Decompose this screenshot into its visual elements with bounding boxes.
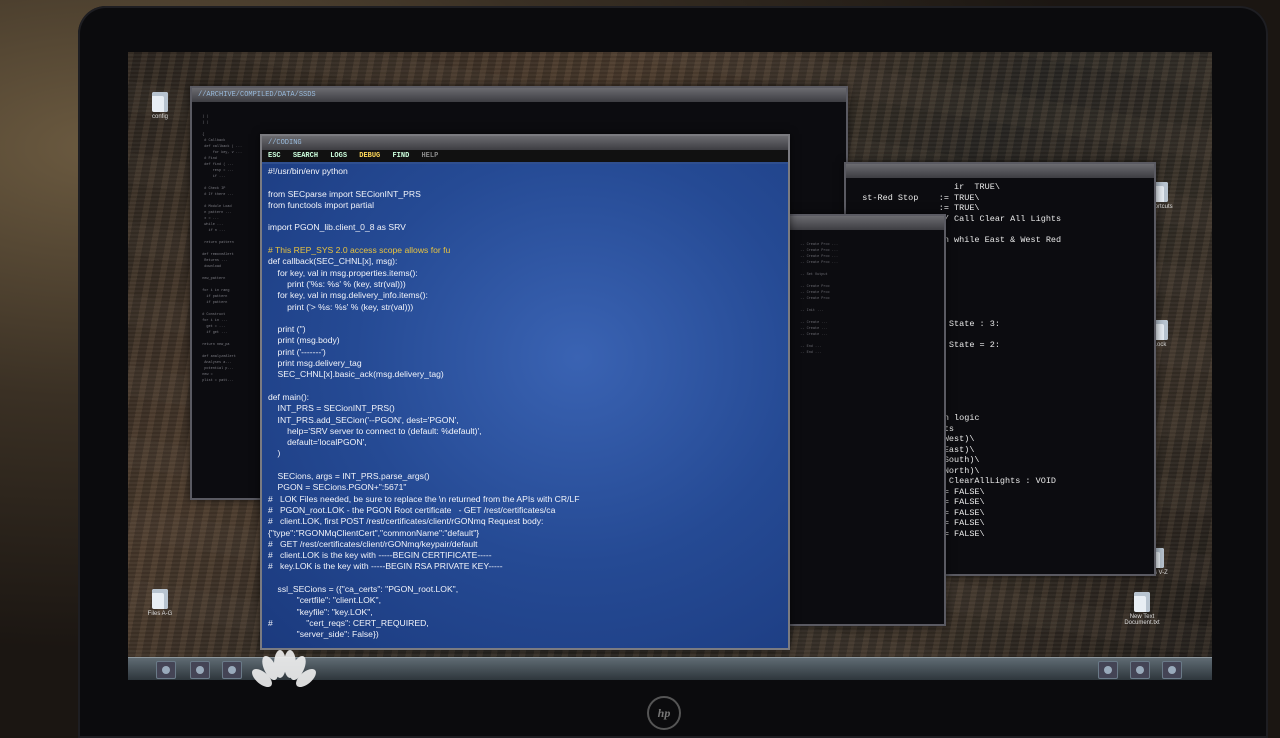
- app-icon: [196, 666, 204, 674]
- code-line: for key, val in msg.properties.items():: [268, 267, 418, 278]
- window-title: [788, 216, 944, 230]
- code-line: # client.LOK is the key with -----BEGIN …: [268, 550, 492, 561]
- tray-icon: [1136, 666, 1144, 674]
- desktop-icon-label: config: [151, 114, 168, 120]
- hp-logo: hp: [647, 696, 681, 730]
- code-line: default='localPGON',: [268, 437, 367, 448]
- menu-logs[interactable]: LOGS: [330, 152, 347, 160]
- terminal-line: ir TRUE\: [852, 182, 1000, 192]
- code-line: print (msg.body): [268, 335, 340, 346]
- code-line: # PGON_root.LOK - the PGON Root certific…: [268, 504, 556, 515]
- menu-search[interactable]: SEARCH: [293, 152, 318, 160]
- code-line: def callback(SEC_CHNL[x], msg):: [268, 256, 398, 267]
- code-line: print msg.delivery_tag: [268, 358, 362, 369]
- menu-esc[interactable]: ESC: [268, 152, 281, 160]
- code-line: INT_PRS.add_SECion('--PGON', dest='PGON'…: [268, 414, 459, 425]
- menu-find[interactable]: FIND: [392, 152, 409, 160]
- code-line: # GET /rest/certificates/client/rGONmq/k…: [268, 538, 478, 549]
- terminal-line: st-Red Stop := TRUE\: [852, 192, 980, 203]
- tray-icon: [1104, 666, 1112, 674]
- code-line: from functools import partial: [268, 199, 375, 210]
- desktop-icon-files-a-g[interactable]: Files A-G: [136, 589, 184, 617]
- code-line: print ('-------'): [268, 346, 326, 357]
- code-line: "server_side": False}): [268, 629, 379, 640]
- code-line: # LOK Files needed, be sure to replace t…: [268, 493, 580, 504]
- code-line: import PGON_lib.client_0_8 as SRV: [268, 222, 406, 233]
- coding-window[interactable]: //CODING ESC SEARCH LOGS DEBUG FIND HELP…: [260, 134, 790, 650]
- menu-help[interactable]: HELP: [421, 152, 438, 160]
- code-line: # "cert_reqs": CERT_REQUIRED,: [268, 617, 429, 628]
- code-line: SECions, args = INT_PRS.parse_args(): [268, 471, 430, 482]
- taskbar-tray-button[interactable]: [1098, 661, 1118, 679]
- app-icon: [228, 666, 236, 674]
- taskbar-app-button[interactable]: [222, 661, 242, 679]
- file-icon: [152, 589, 168, 609]
- middle-log-text: -- Create Proc ... -- Create Proc ... --…: [800, 243, 839, 355]
- code-line: {"type":"RGONMqClientCert","commonName":…: [268, 527, 480, 538]
- code-line: print ('> %s: %s' % (key, str(val))): [268, 301, 414, 312]
- code-line: ): [268, 448, 281, 459]
- middle-log-window[interactable]: -- Create Proc ... -- Create Proc ... --…: [786, 214, 946, 626]
- code-line: for key, val in msg.delivery_info.items(…: [268, 290, 428, 301]
- code-line: "keyfile": "key.LOK",: [268, 606, 373, 617]
- file-icon: [152, 92, 168, 112]
- nbc-peacock-logo: [252, 650, 316, 687]
- start-icon: [162, 666, 170, 674]
- coding-menubar: ESC SEARCH LOGS DEBUG FIND HELP: [262, 150, 788, 162]
- code-line: PGON = SECions.PGON+":5671": [268, 482, 407, 493]
- taskbar-tray-button[interactable]: [1162, 661, 1182, 679]
- code-line: print (''): [268, 324, 306, 335]
- taskbar-tray-button[interactable]: [1130, 661, 1150, 679]
- window-title: [846, 164, 1154, 178]
- code-line: # This REP_SYS 2.0 access scope allows f…: [268, 245, 451, 256]
- code-line: SEC_CHNL[x].basic_ack(msg.delivery_tag): [268, 369, 444, 380]
- code-line: help='SRV server to connect to (default:…: [268, 425, 482, 436]
- menu-debug[interactable]: DEBUG: [359, 152, 380, 160]
- window-title: //CODING: [262, 136, 788, 150]
- desktop-icon-new-text-document[interactable]: New Text Document.txt: [1118, 592, 1166, 626]
- window-title: //ARCHIVE/COMPILED/DATA/SSDS: [192, 88, 846, 102]
- code-line: INT_PRS = SECionINT_PRS(): [268, 403, 395, 414]
- tray-icon: [1168, 666, 1176, 674]
- file-icon: [1134, 592, 1150, 612]
- taskbar-app-button[interactable]: [190, 661, 210, 679]
- code-line: "certfile": "client.LOK",: [268, 595, 381, 606]
- code-line: def main():: [268, 391, 310, 402]
- code-line: ssl_SECions = ({"ca_certs": "PGON_root.L…: [268, 583, 459, 594]
- code-line: print ('%s: %s' % (key, str(val))): [268, 278, 406, 289]
- taskbar-start-button[interactable]: [156, 661, 176, 679]
- code-line: #!/usr/bin/env python: [268, 166, 348, 176]
- code-line: # key.LOK is the key with -----BEGIN RSA…: [268, 561, 503, 572]
- code-line: # client.LOK, first POST /rest/certifica…: [268, 516, 544, 527]
- code-editor[interactable]: #!/usr/bin/env python from SECparse impor…: [262, 164, 788, 648]
- desktop-icon-label: Files A-G: [147, 611, 173, 617]
- desktop-icon-config[interactable]: config: [136, 92, 184, 120]
- desktop-icon-label: New Text Document.txt: [1124, 614, 1160, 626]
- terminal-line: := TRUE\: [852, 203, 980, 213]
- code-line: from SECparse import SECionINT_PRS: [268, 188, 421, 199]
- desktop-screen: config Files A-G Shortcuts Lock Files V-…: [128, 52, 1212, 680]
